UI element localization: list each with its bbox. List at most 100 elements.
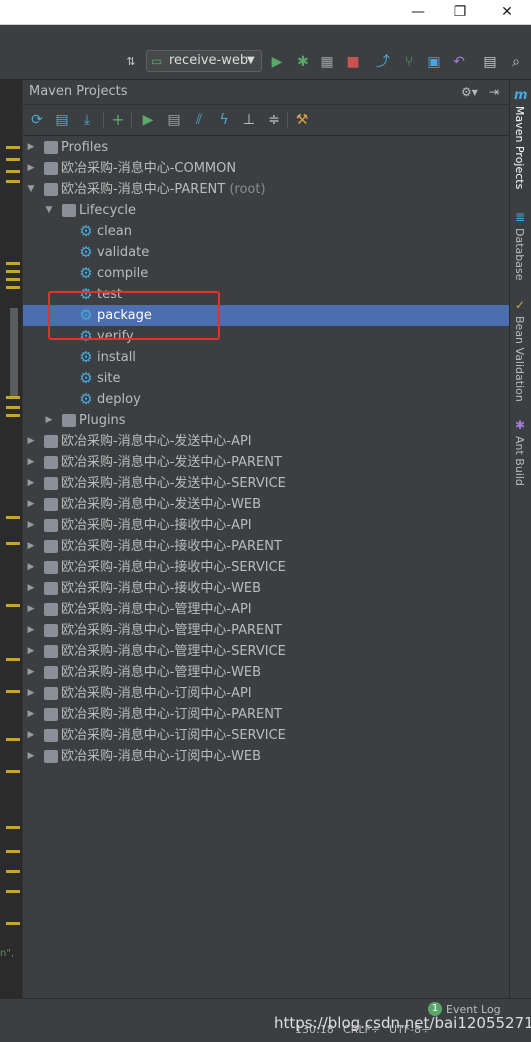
revert-icon[interactable]: ↶ xyxy=(450,53,468,71)
sort-icon[interactable]: ⇅ xyxy=(122,53,140,71)
run-icon[interactable]: ▶ xyxy=(268,53,286,71)
tree-item-module[interactable]: ▶ 欧冶采购-消息中心-发送中心-WEB xyxy=(23,494,509,515)
reimport-icon[interactable]: ⟳ xyxy=(28,111,46,129)
expand-arrow-icon[interactable]: ▶ xyxy=(25,452,37,473)
tree-item-label: Plugins xyxy=(79,413,126,428)
tree-item-module[interactable]: ▶ 欧冶采购-消息中心-订阅中心-WEB xyxy=(23,746,509,767)
expand-arrow-icon[interactable]: ▶ xyxy=(25,578,37,599)
skip-tests-icon[interactable]: ϟ xyxy=(215,111,233,129)
panel-settings-icon[interactable]: ⚙▾ xyxy=(461,80,478,104)
tree-item-profiles[interactable]: ▶ Profiles xyxy=(23,137,509,158)
tree-item-module[interactable]: ▶ 欧冶采购-消息中心-接收中心-WEB xyxy=(23,578,509,599)
settings-icon[interactable]: ▤ xyxy=(481,53,499,71)
expand-arrow-icon[interactable]: ▶ xyxy=(25,599,37,620)
tree-item-label: 欧冶采购-消息中心-接收中心-API xyxy=(61,518,252,533)
tree-item-lifecycle[interactable]: ▼ Lifecycle xyxy=(23,200,509,221)
search-icon[interactable]: ⌕ xyxy=(507,53,525,71)
expand-arrow-icon[interactable]: ▶ xyxy=(25,683,37,704)
tab-bean-validation[interactable]: ✓ Bean Validation xyxy=(510,296,531,406)
dependencies-icon[interactable]: ⊥ xyxy=(240,111,258,129)
expand-arrow-icon[interactable]: ▶ xyxy=(25,725,37,746)
tab-ant-build[interactable]: ✱ Ant Build xyxy=(510,418,531,498)
tree-item-module[interactable]: ▶ 欧冶采购-消息中心-订阅中心-PARENT xyxy=(23,704,509,725)
expand-arrow-icon[interactable]: ▶ xyxy=(43,410,55,431)
collapse-arrow-icon[interactable]: ▼ xyxy=(43,200,55,221)
tree-item-module[interactable]: ▶ 欧冶采购-消息中心-接收中心-PARENT xyxy=(23,536,509,557)
expand-arrow-icon[interactable]: ▶ xyxy=(25,557,37,578)
tree-item-phase[interactable]: ⚙ clean xyxy=(23,221,509,242)
tree-item-label: 欧冶采购-消息中心-发送中心-SERVICE xyxy=(61,476,286,491)
gear-icon: ⚙ xyxy=(79,264,93,282)
expand-arrow-icon[interactable]: ▶ xyxy=(25,662,37,683)
tree-item-module[interactable]: ▶ 欧冶采购-消息中心-订阅中心-API xyxy=(23,683,509,704)
expand-arrow-icon[interactable]: ▶ xyxy=(25,704,37,725)
tab-label: Bean Validation xyxy=(513,316,526,402)
gutter-marker xyxy=(6,396,20,399)
maven-module-icon xyxy=(44,666,58,679)
tree-item-module[interactable]: ▶ 欧冶采购-消息中心-发送中心-PARENT xyxy=(23,452,509,473)
expand-arrow-icon[interactable]: ▶ xyxy=(25,641,37,662)
gear-icon: ⚙ xyxy=(79,348,93,366)
expand-arrow-icon[interactable]: ▶ xyxy=(25,746,37,767)
gutter-marker xyxy=(6,870,20,873)
collapse-icon[interactable]: ≑ xyxy=(265,111,283,129)
expand-arrow-icon[interactable]: ▶ xyxy=(25,536,37,557)
collapse-arrow-icon[interactable]: ▼ xyxy=(25,179,37,200)
maven-tree: ▶ Profiles ▶ 欧冶采购-消息中心-COMMON ▼ 欧冶采购-消息中… xyxy=(23,136,509,998)
expand-arrow-icon[interactable]: ▶ xyxy=(25,158,37,179)
expand-arrow-icon[interactable]: ▶ xyxy=(25,473,37,494)
tree-item-module[interactable]: ▶ 欧冶采购-消息中心-管理中心-PARENT xyxy=(23,620,509,641)
debug-icon[interactable]: ✱ xyxy=(294,53,312,71)
download-icon[interactable]: ⤓ xyxy=(78,111,96,129)
build-icon[interactable]: ⤴ xyxy=(374,53,392,71)
tree-item-module[interactable]: ▶ 欧冶采购-消息中心-发送中心-SERVICE xyxy=(23,473,509,494)
run-goal-icon[interactable]: ▶ xyxy=(139,111,157,129)
tree-item-module[interactable]: ▶ 欧冶采购-消息中心-COMMON xyxy=(23,158,509,179)
tree-item-phase[interactable]: ⚙ validate xyxy=(23,242,509,263)
tree-item-module-root[interactable]: ▼ 欧冶采购-消息中心-PARENT (root) xyxy=(23,179,509,200)
watermark: https://blog.csdn.net/bai120552717 xyxy=(274,1014,531,1032)
tree-item-phase[interactable]: ⚙ deploy xyxy=(23,389,509,410)
tree-item-module[interactable]: ▶ 欧冶采购-消息中心-管理中心-SERVICE xyxy=(23,641,509,662)
vcs-icon[interactable]: ⑂ xyxy=(400,53,418,71)
minimize-button[interactable]: — xyxy=(408,3,428,21)
stop-icon[interactable]: ■ xyxy=(344,53,362,71)
tree-item-label: 欧冶采购-消息中心-订阅中心-API xyxy=(61,686,252,701)
maven-module-icon xyxy=(44,540,58,553)
tree-item-label: clean xyxy=(97,224,132,239)
panel-hide-icon[interactable]: ⇥ xyxy=(489,80,499,104)
offline-icon[interactable]: ⫽ xyxy=(190,111,208,129)
expand-arrow-icon[interactable]: ▶ xyxy=(25,137,37,158)
expand-arrow-icon[interactable]: ▶ xyxy=(25,620,37,641)
run-config-dropdown[interactable]: ▭ receive-web ▼ xyxy=(146,50,262,72)
tree-item-phase[interactable]: ⚙ site xyxy=(23,368,509,389)
maven-module-icon xyxy=(44,624,58,637)
tree-item-phase[interactable]: ⚙ install xyxy=(23,347,509,368)
tree-item-module[interactable]: ▶ 欧冶采购-消息中心-接收中心-SERVICE xyxy=(23,557,509,578)
restore-button[interactable]: ❐ xyxy=(450,3,470,21)
expand-arrow-icon[interactable]: ▶ xyxy=(25,431,37,452)
tree-item-label: 欧冶采购-消息中心-PARENT (root) xyxy=(61,182,266,197)
expand-arrow-icon[interactable]: ▶ xyxy=(25,515,37,536)
tab-database[interactable]: ≣ Database xyxy=(510,208,531,288)
tree-item-phase[interactable]: ⚙ compile xyxy=(23,263,509,284)
folder-icon xyxy=(62,204,76,217)
tree-item-module[interactable]: ▶ 欧冶采购-消息中心-接收中心-API xyxy=(23,515,509,536)
project-structure-icon[interactable]: ▣ xyxy=(425,53,443,71)
tree-item-module[interactable]: ▶ 欧冶采购-消息中心-发送中心-API xyxy=(23,431,509,452)
run-config-icon[interactable]: ▤ xyxy=(165,111,183,129)
expand-arrow-icon[interactable]: ▶ xyxy=(25,494,37,515)
generate-sources-icon[interactable]: ▤ xyxy=(53,111,71,129)
coverage-icon[interactable]: ▦ xyxy=(318,53,336,71)
tab-maven-projects[interactable]: m Maven Projects xyxy=(510,86,531,196)
maven-settings-icon[interactable]: ⚒ xyxy=(293,111,311,129)
close-button[interactable]: ✕ xyxy=(497,3,517,21)
tree-item-label: 欧冶采购-消息中心-订阅中心-SERVICE xyxy=(61,728,286,743)
tree-item-module[interactable]: ▶ 欧冶采购-消息中心-管理中心-API xyxy=(23,599,509,620)
tree-item-module[interactable]: ▶ 欧冶采购-消息中心-管理中心-WEB xyxy=(23,662,509,683)
tree-item-plugins[interactable]: ▶ Plugins xyxy=(23,410,509,431)
add-icon[interactable]: + xyxy=(109,111,127,129)
maven-toolbar: ⟳ ▤ ⤓ + ▶ ▤ ⫽ ϟ ⊥ ≑ ⚒ xyxy=(23,105,509,136)
tree-item-module[interactable]: ▶ 欧冶采购-消息中心-订阅中心-SERVICE xyxy=(23,725,509,746)
editor-scroll-thumb[interactable] xyxy=(10,308,18,396)
